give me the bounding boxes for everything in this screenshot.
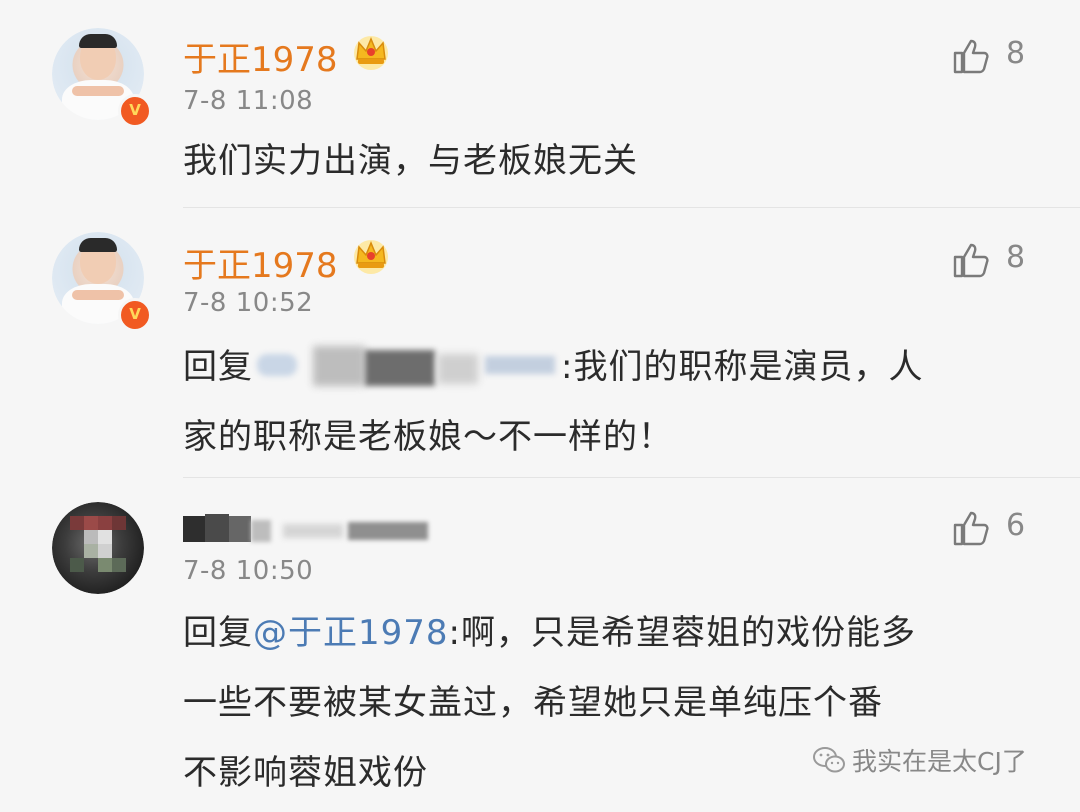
username[interactable]: 于正1978 xyxy=(183,32,338,81)
verified-badge-icon: V xyxy=(118,298,152,332)
verified-badge-icon: V xyxy=(118,94,152,128)
thumbs-up-icon[interactable] xyxy=(952,508,992,548)
mention-link[interactable]: @于正1978 xyxy=(253,613,449,653)
like-count: 6 xyxy=(1006,508,1026,543)
divider xyxy=(183,207,1080,208)
like-count: 8 xyxy=(1006,240,1026,275)
comment-time: 7-8 11:08 xyxy=(183,86,314,116)
comment-text: 我们实力出演，与老板娘无关 xyxy=(183,141,638,181)
comment-text: 回复 :我们的职称是演员，人 家的职称是老板娘～不一样的！ xyxy=(183,332,1013,472)
reply-text: 不影响蓉姐戏份 xyxy=(183,753,428,793)
username[interactable]: 于正1978 xyxy=(183,238,338,287)
like-count: 8 xyxy=(1006,36,1026,71)
thumbs-up-icon[interactable] xyxy=(952,240,992,280)
reply-text: 一些不要被某女盖过，希望她只是单纯压个番 xyxy=(183,683,883,723)
divider xyxy=(183,477,1080,478)
avatar[interactable] xyxy=(52,502,144,594)
wechat-icon xyxy=(813,747,845,773)
crown-icon xyxy=(354,36,388,70)
reply-prefix: 回复 xyxy=(183,613,253,653)
reply-prefix: 回复 xyxy=(183,347,253,387)
reply-text: 家的职称是老板娘～不一样的！ xyxy=(183,417,673,457)
comment-time: 7-8 10:52 xyxy=(183,288,314,318)
blurred-mention[interactable] xyxy=(253,344,561,386)
reply-text: :啊，只是希望蓉姐的戏份能多 xyxy=(448,613,916,653)
comment-time: 7-8 10:50 xyxy=(183,556,314,586)
reply-text: :我们的职称是演员，人 xyxy=(561,347,924,387)
watermark-text: 我实在是太CJ了 xyxy=(852,747,1027,776)
blurred-username-pixels xyxy=(183,510,433,546)
crown-icon xyxy=(354,240,388,274)
thumbs-up-icon[interactable] xyxy=(952,36,992,76)
